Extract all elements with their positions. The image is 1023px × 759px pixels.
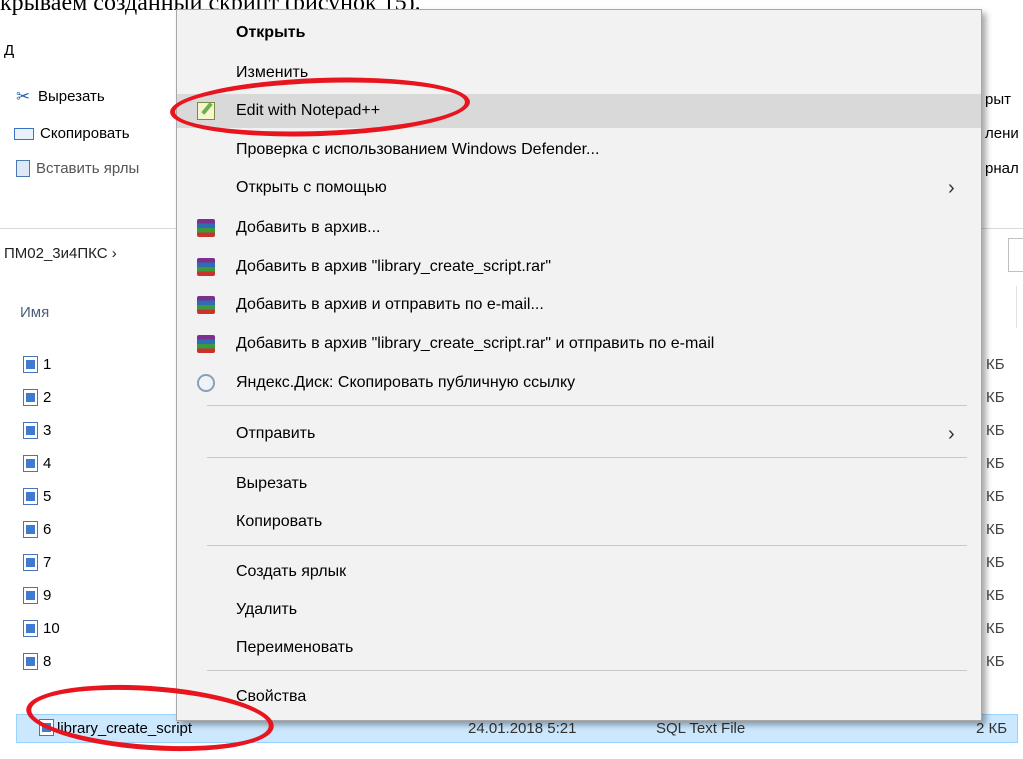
file-name: 7	[43, 554, 52, 571]
image-file-icon	[23, 554, 38, 571]
file-size: КБ	[986, 389, 1005, 406]
file-size: КБ	[986, 356, 1005, 373]
menu-separator	[207, 545, 967, 546]
menu-item-cut[interactable]: Вырезать	[177, 467, 981, 501]
menu-item-label: Удалить	[236, 601, 298, 618]
menu-item-rename[interactable]: Переименовать	[177, 631, 981, 665]
file-name: 6	[43, 521, 52, 538]
submenu-arrow-icon: ›	[948, 177, 955, 199]
ribbon-tab-label[interactable]: Д	[4, 42, 14, 59]
menu-item-label: Открыть	[236, 24, 306, 41]
copy-path-icon	[14, 127, 34, 140]
menu-item-open[interactable]: Открыть	[177, 16, 981, 50]
menu-item-label: Отправить	[236, 425, 316, 442]
file-size: КБ	[986, 587, 1005, 604]
column-divider	[1016, 286, 1017, 328]
image-file-icon	[23, 620, 38, 637]
menu-item-label: Яндекс.Диск: Скопировать публичную ссылк…	[236, 374, 576, 391]
scissors-icon	[16, 89, 32, 105]
menu-item-label: Копировать	[236, 513, 323, 530]
file-size: КБ	[986, 488, 1005, 505]
image-file-icon	[23, 356, 38, 373]
column-header-name[interactable]: Имя	[20, 304, 49, 321]
menu-separator	[207, 405, 967, 406]
file-name: 5	[43, 488, 52, 505]
winrar-icon	[197, 335, 215, 353]
file-size: КБ	[986, 422, 1005, 439]
file-name: 1	[43, 356, 52, 373]
menu-item-properties[interactable]: Свойства	[177, 680, 981, 714]
ribbon-cut-button[interactable]: Вырезать	[16, 88, 105, 105]
menu-item-yandex-disk-link[interactable]: Яндекс.Диск: Скопировать публичную ссылк…	[177, 366, 981, 400]
file-name: 3	[43, 422, 52, 439]
file-name: 9	[43, 587, 52, 604]
file-name: 8	[43, 653, 52, 670]
menu-item-label: Добавить в архив "library_create_script.…	[236, 258, 552, 275]
menu-item-copy[interactable]: Копировать	[177, 505, 981, 539]
ribbon-cut-label: Вырезать	[38, 88, 105, 105]
menu-separator	[207, 670, 967, 671]
menu-item-label: Проверка с использованием Windows Defend…	[236, 141, 600, 158]
ribbon-select-label-fragment[interactable]: лени	[985, 125, 1019, 142]
paste-shortcut-icon	[16, 160, 30, 177]
menu-item-add-rar[interactable]: Добавить в архив "library_create_script.…	[177, 250, 981, 284]
image-file-icon	[23, 653, 38, 670]
image-file-icon	[23, 455, 38, 472]
search-box[interactable]	[1008, 238, 1023, 272]
ribbon-open-label-fragment[interactable]: рыт	[985, 91, 1011, 108]
menu-separator	[207, 457, 967, 458]
menu-item-label: Вырезать	[236, 475, 308, 492]
file-size: КБ	[986, 455, 1005, 472]
menu-item-add-archive-email[interactable]: Добавить в архив и отправить по e-mail..…	[177, 288, 981, 322]
file-size: КБ	[986, 554, 1005, 571]
menu-item-label: Открыть с помощью	[236, 179, 387, 196]
menu-item-label: Создать ярлык	[236, 563, 347, 580]
address-breadcrumb[interactable]: ПМ02_3и4ПКС ›	[4, 245, 117, 262]
file-size: КБ	[986, 653, 1005, 670]
yandex-disk-icon	[197, 374, 215, 392]
file-name: 4	[43, 455, 52, 472]
submenu-arrow-icon: ›	[948, 423, 955, 445]
image-file-icon	[23, 488, 38, 505]
menu-item-delete[interactable]: Удалить	[177, 593, 981, 627]
winrar-icon	[197, 296, 215, 314]
menu-item-add-archive[interactable]: Добавить в архив...	[177, 211, 981, 245]
file-name: 10	[43, 620, 60, 637]
ribbon-journal-label-fragment[interactable]: рнал	[985, 160, 1019, 177]
selected-file-type: SQL Text File	[656, 720, 746, 737]
image-file-icon	[23, 521, 38, 538]
image-file-icon	[23, 389, 38, 406]
selected-file-size: 2 КБ	[976, 720, 1008, 737]
winrar-icon	[197, 219, 215, 237]
menu-item-defender-scan[interactable]: Проверка с использованием Windows Defend…	[177, 133, 981, 167]
menu-item-label: Добавить в архив "library_create_script.…	[236, 335, 715, 352]
file-name: 2	[43, 389, 52, 406]
menu-item-open-with[interactable]: Открыть с помощью ›	[177, 171, 981, 205]
image-file-icon	[23, 422, 38, 439]
menu-item-add-rar-email[interactable]: Добавить в архив "library_create_script.…	[177, 327, 981, 361]
selected-file-date: 24.01.2018 5:21	[468, 720, 577, 737]
file-size: КБ	[986, 620, 1005, 637]
menu-item-label: Добавить в архив...	[236, 219, 381, 236]
ribbon-copy-label: Скопировать	[40, 125, 130, 142]
ribbon-paste-shortcut-label: Вставить ярлы	[36, 160, 140, 177]
ribbon-copy-path-button[interactable]: Скопировать	[14, 125, 130, 142]
ribbon-paste-shortcut-button[interactable]: Вставить ярлы	[16, 160, 139, 177]
menu-item-create-shortcut[interactable]: Создать ярлык	[177, 555, 981, 589]
winrar-icon	[197, 258, 215, 276]
menu-item-send-to[interactable]: Отправить ›	[177, 417, 981, 451]
menu-item-label: Добавить в архив и отправить по e-mail..…	[236, 296, 544, 313]
menu-item-label: Переименовать	[236, 639, 354, 656]
file-size: КБ	[986, 521, 1005, 538]
image-file-icon	[23, 587, 38, 604]
